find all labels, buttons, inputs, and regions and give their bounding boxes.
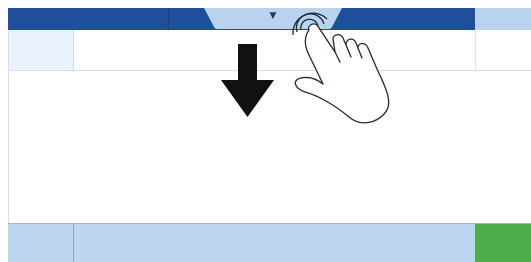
info-row (8, 30, 531, 71)
content-left-border (8, 30, 9, 224)
footer-divider (73, 224, 74, 262)
header-right-tab[interactable] (475, 8, 531, 30)
app-screen: ▼ (0, 0, 531, 262)
info-row-divider (475, 30, 476, 70)
ok-button[interactable] (475, 224, 531, 262)
footer-bar (8, 223, 531, 262)
header-divider (168, 8, 169, 30)
caret-down-icon: ▼ (269, 11, 277, 21)
pull-down-tab[interactable]: ▼ (204, 8, 342, 30)
info-row-left-cell (8, 30, 74, 70)
